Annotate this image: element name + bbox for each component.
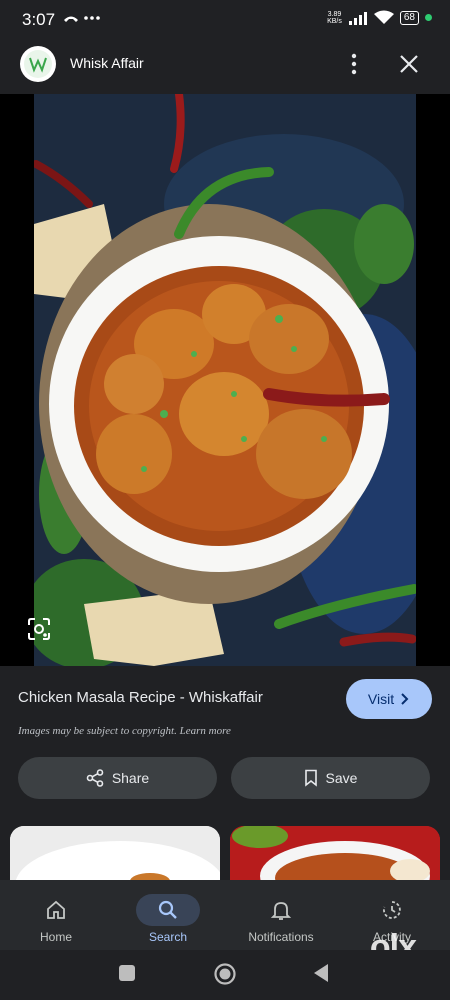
home-icon [24,894,88,926]
related-food-image [230,826,440,886]
system-navigation-bar [0,950,450,1000]
site-name[interactable]: Whisk Affair [70,55,144,71]
image-preview [0,94,450,666]
home-button-icon[interactable] [213,962,237,986]
result-title[interactable]: Chicken Masala Recipe - Whiskaffair [18,689,263,706]
status-notification-icons [62,9,102,29]
viewer-header: Whisk Affair [0,42,450,94]
battery-indicator: 68 [399,10,419,25]
nav-home-label: Home [39,930,72,944]
nav-home[interactable]: Home [24,880,88,944]
share-label: Share [111,770,150,786]
chevron-right-icon [401,693,409,705]
chicken-masala-image[interactable] [34,94,416,666]
nav-notifications[interactable]: Notifications [240,880,322,944]
copyright-notice[interactable]: Images may be subject to copyright. Lear… [18,725,231,737]
share-icon [86,769,104,787]
bookmark-icon [304,769,317,787]
share-button[interactable]: Share [18,757,217,799]
privacy-dot [425,14,432,21]
lens-icon[interactable] [26,616,52,642]
visit-label: Visit [367,691,395,707]
close-icon[interactable] [396,51,422,77]
related-food-image [10,826,220,886]
network-speed: 3.89 KB/s [327,10,342,25]
related-image-thumbnail[interactable] [230,826,440,886]
wifi-icon [373,10,394,24]
save-label: Save [325,770,358,786]
activity-icon [360,894,424,926]
visit-button[interactable]: Visit [346,679,432,719]
missed-call-icon [64,16,100,22]
bell-icon [249,894,313,926]
site-logo[interactable] [20,46,56,82]
more-options-icon[interactable] [346,50,362,78]
back-icon[interactable] [312,963,330,983]
save-button[interactable]: Save [231,757,430,799]
nav-notifications-label: Notifications [248,930,314,944]
recents-icon[interactable] [118,964,136,982]
nav-search[interactable]: Search [136,880,200,944]
status-time: 3:07 [22,10,56,29]
search-icon [136,894,200,926]
whisk-affair-logo-icon [24,50,52,78]
related-image-thumbnail[interactable] [10,826,220,886]
status-bar: 3:07 3.89 KB/s 68 [0,0,450,42]
signal-icon [348,11,367,25]
nav-search-label: Search [148,930,188,944]
